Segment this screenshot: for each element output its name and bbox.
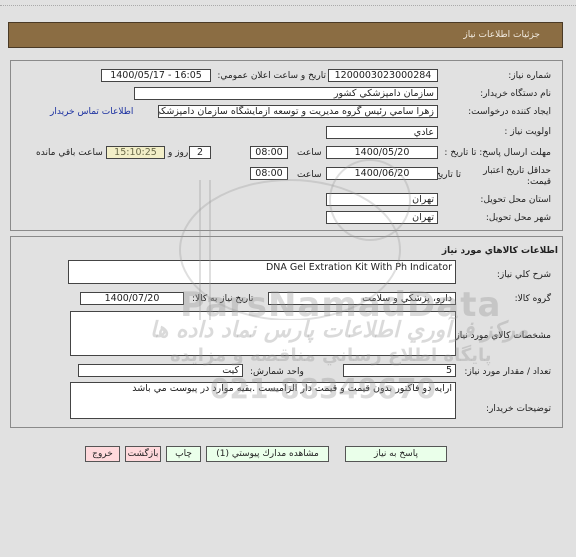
delivery-province-field: تهران [326,193,438,206]
quantity-label: تعداد / مقدار مورد نياز: [464,367,551,377]
days-remaining-field: 2 [189,146,211,159]
quantity-field: 5 [343,364,456,377]
goods-group-field: دارو، پزشكي و سلامت [268,292,456,305]
time-remaining-field: 15:10:25 [106,146,165,159]
buyer-notes-field: ارايه دو فاكتور بدون قيمت و قيمت دار الز… [70,382,456,419]
specs-label: مشخصات كالاي مورد نياز: [452,331,551,341]
reply-deadline-date-field: 1400/05/20 [326,146,438,159]
back-button[interactable]: بازگشت [125,446,161,462]
unit-label: واحد شمارش: [250,367,304,377]
time-remaining-label: ساعت باقي مانده [36,148,103,158]
days-and-label: روز و [168,148,189,158]
priority-field: عادي [326,126,438,139]
buyer-notes-label: توضيحات خريدار: [485,404,551,414]
goods-group-label: گروه كالا: [514,294,551,304]
reply-deadline-time-label: ساعت [297,148,322,158]
goods-section-title: اطلاعات كالاهاي مورد نياز [441,246,558,256]
specs-field [70,311,456,356]
goods-need-date-label: تاريخ نياز به كالا: [192,294,254,304]
priority-label: اولويت نياز : [504,127,551,137]
page-header: جزئيات اطلاعات نياز [8,22,563,48]
page-title: جزئيات اطلاعات نياز [463,30,540,40]
top-divider [0,5,576,6]
price-validity-date-field: 1400/06/20 [326,167,438,180]
delivery-province-label: استان محل تحويل: [480,195,551,205]
price-validity-time-field: 08:00 [250,167,288,180]
price-validity-label: حداقل تاريخ اعتبار قيمت: [483,166,551,187]
goods-need-date-field: 1400/07/20 [80,292,184,305]
creator-label: ايجاد كننده درخواست: [468,107,551,117]
buyer-org-label: نام دستگاه خريدار: [480,89,551,99]
reply-deadline-time-field: 08:00 [250,146,288,159]
respond-to-need-button[interactable]: پاسخ به نياز [345,446,447,462]
buyer-org-field: سازمان دامپزشكي كشور [134,87,438,100]
need-number-field: 1200003023000284 [328,69,438,82]
announce-datetime-label: تاريخ و ساعت اعلان عمومي: [217,71,326,81]
creator-field: زهرا سامي رئيس گروه مديريت و توسعه آزماي… [158,105,438,118]
print-button[interactable]: چاپ [166,446,201,462]
view-attachments-button[interactable]: مشاهده مدارك پيوستي (1) [206,446,329,462]
need-number-label: شماره نياز: [508,71,551,81]
buyer-contact-link[interactable]: اطلاعات تماس خريدار [50,107,133,117]
exit-button[interactable]: خروج [85,446,120,462]
price-validity-time-label: ساعت [297,170,322,180]
general-desc-label: شرح كلي نياز: [496,270,551,280]
reply-deadline-label: مهلت ارسال پاسخ: تا تاريخ : [444,148,551,158]
delivery-city-label: شهر محل تحويل: [485,213,551,223]
announce-datetime-field: 1400/05/17 - 16:05 [101,69,211,82]
delivery-city-field: تهران [326,211,438,224]
general-desc-field: DNA Gel Extration Kit With Ph Indicator [68,260,456,284]
unit-field: كيت [78,364,243,377]
